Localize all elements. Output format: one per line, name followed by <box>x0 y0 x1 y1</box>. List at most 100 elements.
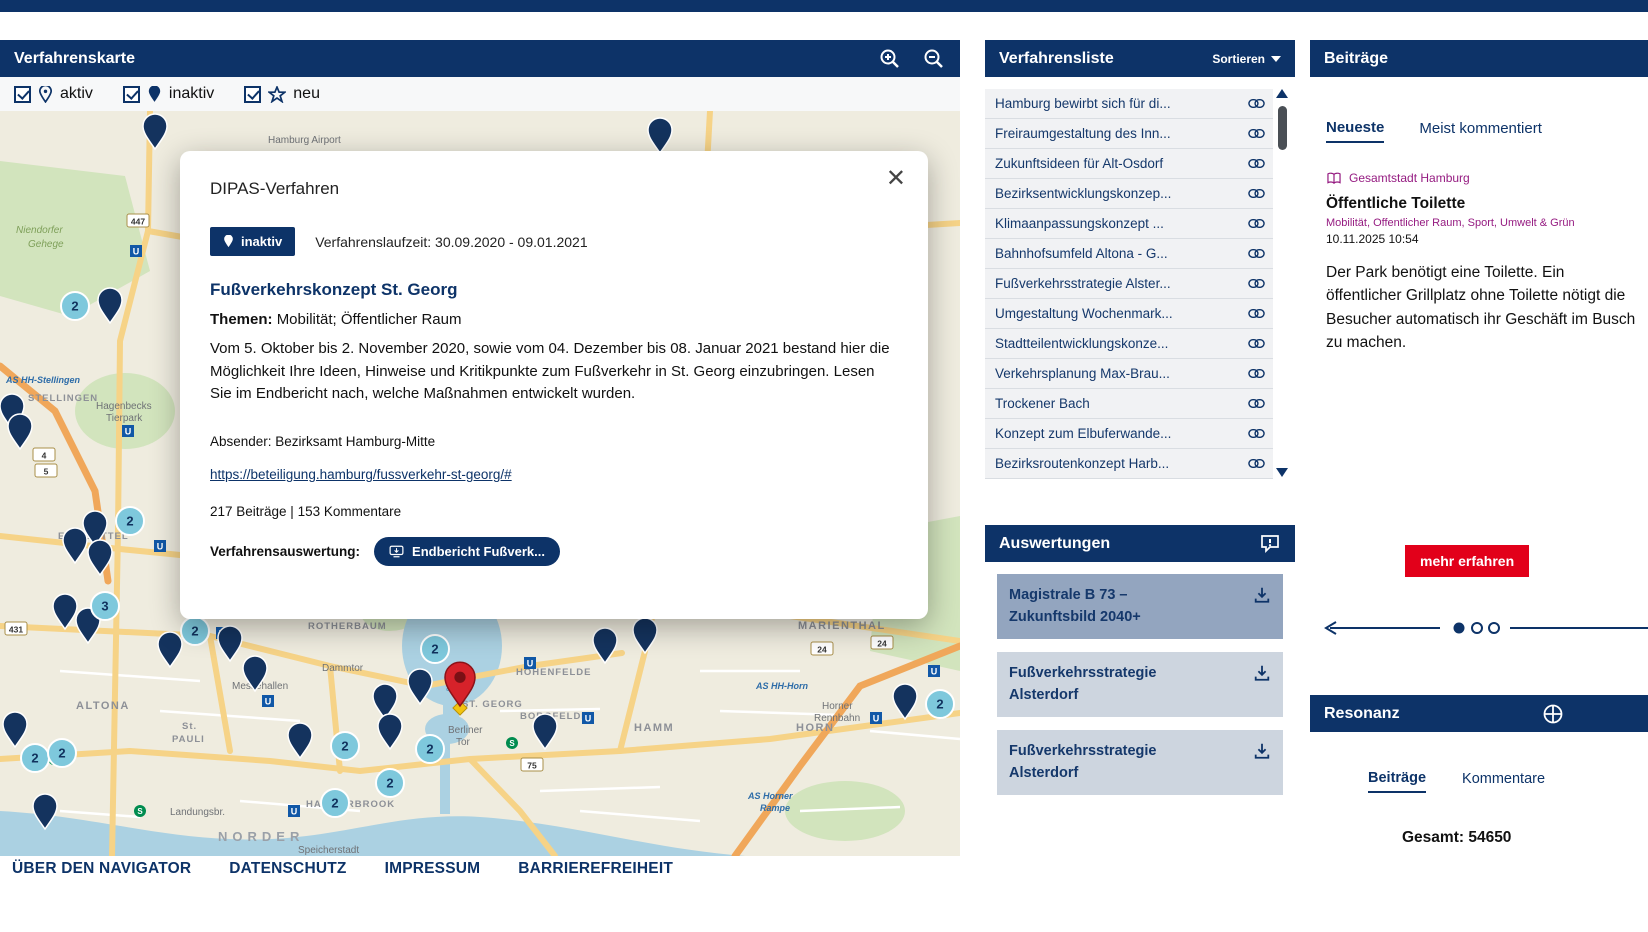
tab-neueste[interactable]: Neueste <box>1326 119 1384 143</box>
link-icon[interactable] <box>1248 188 1265 199</box>
cluster-count: 2 <box>431 642 438 657</box>
themen-value: Mobilität; Öffentlicher Raum <box>277 311 462 328</box>
list-scrollbar[interactable] <box>1273 89 1291 481</box>
list-item-label: Fußverkehrsstrategie Alster... <box>995 276 1242 291</box>
link-icon[interactable] <box>1248 98 1265 109</box>
endbericht-button[interactable]: Endbericht Fußverk... <box>374 537 560 566</box>
map-cluster[interactable]: 2 <box>48 739 76 767</box>
list-item[interactable]: Klimaanpassungskonzept ... <box>985 209 1273 239</box>
s-bahn-letter: S <box>509 739 515 748</box>
list-item[interactable]: Zukunftsideen für Alt-Osdorf <box>985 149 1273 179</box>
scope-row: Gesamtstadt Hamburg <box>1326 171 1648 185</box>
carousel-dot[interactable] <box>1472 623 1482 633</box>
link-icon[interactable] <box>1248 458 1265 469</box>
auswertung-item[interactable]: Magistrale B 73 – Zukunftsbild 2040+ <box>997 574 1283 639</box>
road-shield-label: 5 <box>44 467 49 477</box>
list-item-label: Verkehrsplanung Max-Brau... <box>995 366 1242 381</box>
link-icon[interactable] <box>1248 128 1265 139</box>
map-cluster[interactable]: 2 <box>331 732 359 760</box>
u-bahn-letter: U <box>265 697 272 707</box>
scroll-down-icon[interactable] <box>1276 468 1288 477</box>
beitraege-body: Neueste Meist kommentiert Gesamtstadt Ha… <box>1310 77 1648 660</box>
tab-resonanz-beitraege[interactable]: Beiträge <box>1368 770 1426 793</box>
carousel-prev-arrow[interactable] <box>1326 622 1440 634</box>
map-cluster[interactable]: 2 <box>21 744 49 772</box>
link-icon[interactable] <box>1248 278 1265 289</box>
report-icon <box>389 545 404 558</box>
auswertung-item[interactable]: Fußverkehrsstrategie Alsterdorf <box>997 730 1283 795</box>
map-cluster[interactable]: 2 <box>926 690 954 718</box>
tab-resonanz-kommentare[interactable]: Kommentare <box>1462 770 1545 793</box>
link-icon[interactable] <box>1248 248 1265 259</box>
footer-link-datenschutz[interactable]: DATENSCHUTZ <box>229 860 346 878</box>
carousel-dot[interactable] <box>1489 623 1499 633</box>
filter-inaktiv-checkbox[interactable] <box>123 86 140 103</box>
filter-inaktiv-label: inaktiv <box>169 85 214 103</box>
footer-link-ueber-den-navigator[interactable]: ÜBER DEN NAVIGATOR <box>12 860 191 878</box>
link-icon[interactable] <box>1248 218 1265 229</box>
chart-circle-icon[interactable] <box>1542 703 1564 725</box>
map-cluster[interactable]: 2 <box>376 769 404 797</box>
link-icon[interactable] <box>1248 368 1265 379</box>
map-cluster[interactable]: 2 <box>181 617 209 645</box>
auswertung-item-line2: Alsterdorf <box>1009 684 1156 706</box>
map-cluster[interactable]: 2 <box>321 789 349 817</box>
link-icon[interactable] <box>1248 158 1265 169</box>
list-item-label: Bahnhofsumfeld Altona - G... <box>995 246 1242 261</box>
list-item[interactable]: Fußverkehrsstrategie Alster... <box>985 269 1273 299</box>
resonanz-header: Resonanz <box>1310 695 1648 732</box>
link-icon[interactable] <box>1248 428 1265 439</box>
zoom-in-button[interactable] <box>878 47 902 71</box>
list-item-label: Hamburg bewirbt sich für di... <box>995 96 1242 111</box>
list-item[interactable]: Bahnhofsumfeld Altona - G... <box>985 239 1273 269</box>
filter-aktiv-checkbox[interactable] <box>14 86 31 103</box>
list-item[interactable]: Freiraumgestaltung des Inn... <box>985 119 1273 149</box>
absender-text: Absender: Bezirksamt Hamburg-Mitte <box>210 434 898 449</box>
link-icon[interactable] <box>1248 338 1265 349</box>
sort-button[interactable]: Sortieren <box>1212 52 1281 66</box>
map-cluster[interactable]: 2 <box>416 735 444 763</box>
u-bahn-letter: U <box>931 667 938 677</box>
feedback-bubble-icon[interactable] <box>1259 533 1281 555</box>
list-item[interactable]: Bezirksroutenkonzept Harb... <box>985 449 1273 479</box>
verfahren-link[interactable]: https://beteiligung.hamburg/fussverkehr-… <box>210 467 512 482</box>
verfahren-description: Vom 5. Oktober bis 2. November 2020, sow… <box>210 338 898 406</box>
download-icon[interactable] <box>1253 586 1271 604</box>
link-icon[interactable] <box>1248 398 1265 409</box>
list-item[interactable]: Hamburg bewirbt sich für di... <box>985 89 1273 119</box>
footer-link-barrierefreiheit[interactable]: BARRIEREFREIHEIT <box>518 860 673 878</box>
cluster-count: 2 <box>126 514 133 529</box>
map-cluster[interactable]: 2 <box>61 292 89 320</box>
mehr-erfahren-button[interactable]: mehr erfahren <box>1405 545 1529 577</box>
list-item-label: Bezirksentwicklungskonzep... <box>995 186 1242 201</box>
map-cluster[interactable]: 2 <box>421 635 449 663</box>
footer-link-impressum[interactable]: IMPRESSUM <box>385 860 481 878</box>
list-item[interactable]: Bezirksentwicklungskonzep... <box>985 179 1273 209</box>
auswertung-item[interactable]: Fußverkehrsstrategie Alsterdorf <box>997 652 1283 717</box>
download-icon[interactable] <box>1253 742 1271 760</box>
carousel-dot-active[interactable] <box>1454 623 1465 634</box>
list-item[interactable]: Trockener Bach <box>985 389 1273 419</box>
tab-meist-kommentiert[interactable]: Meist kommentiert <box>1419 119 1542 143</box>
scrollbar-thumb[interactable] <box>1278 106 1287 150</box>
filter-neu-label: neu <box>293 85 320 103</box>
list-item[interactable]: Stadtteilentwicklungskonze... <box>985 329 1273 359</box>
list-item-label: Bezirksroutenkonzept Harb... <box>995 456 1242 471</box>
map-canvas[interactable]: Hamburg AirportNiendorferGehegeAS HH-Ste… <box>0 111 960 856</box>
filter-neu-checkbox[interactable] <box>244 86 261 103</box>
download-icon[interactable] <box>1253 664 1271 682</box>
list-item[interactable]: Verkehrsplanung Max-Brau... <box>985 359 1273 389</box>
pin-icon <box>223 235 234 248</box>
list-item[interactable]: Umgestaltung Wochenmark... <box>985 299 1273 329</box>
scroll-up-icon[interactable] <box>1276 89 1288 98</box>
map-cluster[interactable]: 2 <box>116 507 144 535</box>
cluster-count: 2 <box>386 776 393 791</box>
zoom-out-button[interactable] <box>922 47 946 71</box>
cluster-count: 2 <box>936 697 943 712</box>
close-icon[interactable]: ✕ <box>886 167 906 191</box>
link-icon[interactable] <box>1248 308 1265 319</box>
star-icon <box>268 86 286 103</box>
map-cluster[interactable]: 3 <box>91 592 119 620</box>
list-item-label: Stadtteilentwicklungskonze... <box>995 336 1242 351</box>
list-item[interactable]: Konzept zum Elbuferwande... <box>985 419 1273 449</box>
